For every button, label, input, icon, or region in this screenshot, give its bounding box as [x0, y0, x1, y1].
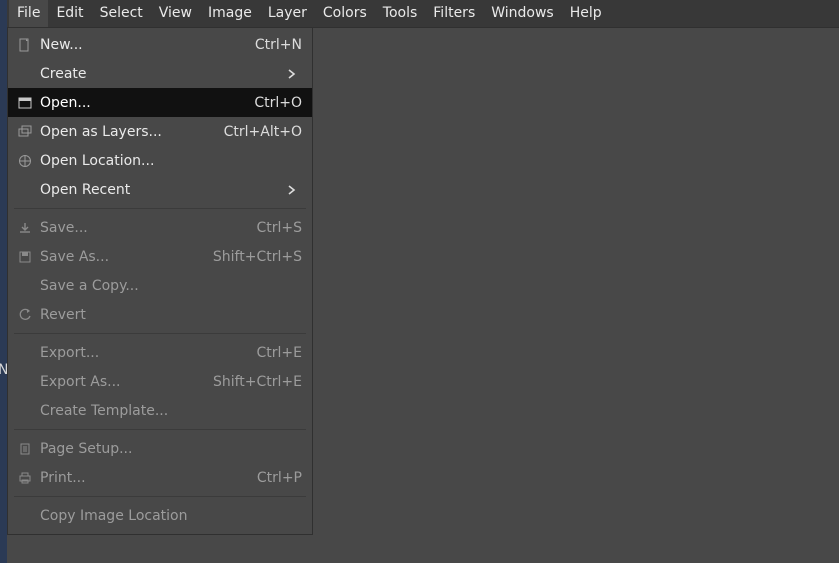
file-save[interactable]: Save... Ctrl+S [8, 213, 312, 242]
menu-separator [14, 333, 306, 334]
file-copy-image-location[interactable]: Copy Image Location [8, 501, 312, 530]
menu-item-accel: Ctrl+Alt+O [224, 124, 302, 140]
menu-item-label: Revert [36, 307, 302, 323]
menu-file[interactable]: File [9, 0, 48, 27]
menu-item-accel: Ctrl+P [257, 470, 302, 486]
menu-view[interactable]: View [151, 0, 200, 27]
menu-filters[interactable]: Filters [425, 0, 483, 27]
menu-label: Tools [383, 5, 418, 21]
file-open-location[interactable]: Open Location... [8, 146, 312, 175]
menu-item-label: Copy Image Location [36, 508, 302, 524]
file-export[interactable]: Export... Ctrl+E [8, 338, 312, 367]
file-create[interactable]: Create [8, 59, 312, 88]
file-save-as[interactable]: Save As... Shift+Ctrl+S [8, 242, 312, 271]
file-open[interactable]: Open... Ctrl+O [8, 88, 312, 117]
menu-item-label: Open... [36, 95, 254, 111]
menu-windows[interactable]: Windows [483, 0, 562, 27]
menu-item-label: Open Recent [36, 182, 288, 198]
menu-separator [14, 496, 306, 497]
menu-tools[interactable]: Tools [375, 0, 426, 27]
menu-item-accel: Ctrl+S [256, 220, 302, 236]
menu-label: Select [100, 5, 143, 21]
menu-item-accel: Ctrl+O [254, 95, 302, 111]
menu-item-label: Save a Copy... [36, 278, 302, 294]
menu-item-label: Export As... [36, 374, 213, 390]
menu-item-label: Print... [36, 470, 257, 486]
globe-icon [14, 154, 36, 168]
menu-label: File [17, 5, 40, 21]
menu-item-label: Save... [36, 220, 256, 236]
print-icon [14, 471, 36, 485]
menu-item-label: Export... [36, 345, 257, 361]
menu-separator [14, 429, 306, 430]
menu-label: Colors [323, 5, 367, 21]
canvas-area [313, 28, 839, 563]
file-export-as[interactable]: Export As... Shift+Ctrl+E [8, 367, 312, 396]
menu-label: Image [208, 5, 252, 21]
menu-select[interactable]: Select [92, 0, 151, 27]
page-setup-icon [14, 442, 36, 456]
file-open-as-layers[interactable]: Open as Layers... Ctrl+Alt+O [8, 117, 312, 146]
chevron-right-icon [288, 69, 302, 79]
document-open-icon [14, 96, 36, 110]
file-save-copy[interactable]: Save a Copy... [8, 271, 312, 300]
menu-item-accel: Ctrl+E [257, 345, 303, 361]
file-print[interactable]: Print... Ctrl+P [8, 463, 312, 492]
menu-item-accel: Ctrl+N [255, 37, 302, 53]
file-revert[interactable]: Revert [8, 300, 312, 329]
menu-layer[interactable]: Layer [260, 0, 315, 27]
chevron-right-icon [288, 185, 302, 195]
file-open-recent[interactable]: Open Recent [8, 175, 312, 204]
file-new[interactable]: New... Ctrl+N [8, 30, 312, 59]
file-page-setup[interactable]: Page Setup... [8, 434, 312, 463]
document-new-icon [14, 38, 36, 52]
revert-icon [14, 308, 36, 322]
menu-item-label: Open Location... [36, 153, 302, 169]
menu-label: Edit [56, 5, 83, 21]
layers-icon [14, 125, 36, 139]
menu-item-label: Create Template... [36, 403, 302, 419]
menu-edit[interactable]: Edit [48, 0, 91, 27]
menu-item-label: Open as Layers... [36, 124, 224, 140]
file-create-template[interactable]: Create Template... [8, 396, 312, 425]
menu-item-label: New... [36, 37, 255, 53]
save-icon [14, 221, 36, 235]
file-dropdown: New... Ctrl+N Create Open... Ctrl+O Open… [7, 28, 313, 535]
menu-image[interactable]: Image [200, 0, 260, 27]
menu-separator [14, 208, 306, 209]
save-as-icon [14, 250, 36, 264]
menu-item-accel: Shift+Ctrl+S [213, 249, 302, 265]
menu-item-label: Create [36, 66, 288, 82]
menu-label: Layer [268, 5, 307, 21]
menubar: File Edit Select View Image Layer Colors… [7, 0, 839, 28]
menu-item-label: Page Setup... [36, 441, 302, 457]
menu-label: View [159, 5, 192, 21]
menu-colors[interactable]: Colors [315, 0, 375, 27]
window-left-strip: N [0, 0, 7, 563]
menu-label: Filters [433, 5, 475, 21]
menu-item-label: Save As... [36, 249, 213, 265]
menu-help[interactable]: Help [562, 0, 610, 27]
menu-item-accel: Shift+Ctrl+E [213, 374, 302, 390]
menu-label: Windows [491, 5, 554, 21]
menu-label: Help [570, 5, 602, 21]
